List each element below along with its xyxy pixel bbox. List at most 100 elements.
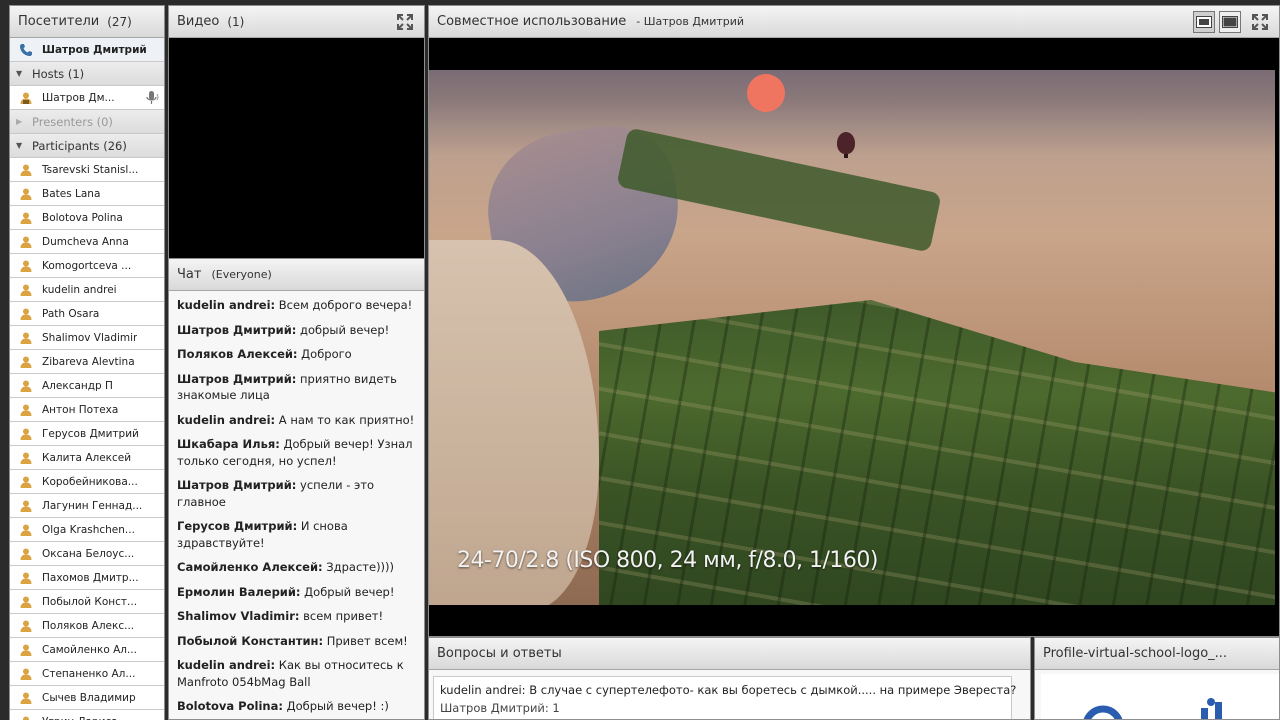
chat-author: Герусов Дмитрий: xyxy=(177,519,298,533)
participant-name: Самойленко Ал... xyxy=(42,643,137,656)
chat-header: Чат (Everyone) xyxy=(169,259,424,291)
chat-author: Побылой Константин: xyxy=(177,633,324,648)
participant-name: Dumcheva Anna xyxy=(42,235,129,248)
current-user-row[interactable]: Шатров Дмитрий xyxy=(10,38,164,62)
user-icon xyxy=(18,234,34,250)
participant-row[interactable]: Tsarevski Stanisl... xyxy=(10,158,164,182)
participant-name: Bates Lana xyxy=(42,187,101,200)
participant-name: Bolotova Polina xyxy=(42,211,123,224)
participant-row[interactable]: Александр П xyxy=(10,374,164,398)
participant-name: Пахомов Дмитр... xyxy=(42,571,139,584)
participant-row[interactable]: Dumcheva Anna xyxy=(10,230,164,254)
participant-row[interactable]: Самойленко Ал... xyxy=(10,638,164,662)
user-icon xyxy=(18,450,34,466)
expand-icon[interactable] xyxy=(1251,13,1269,31)
participant-row[interactable]: Bolotova Polina xyxy=(10,206,164,230)
user-icon xyxy=(18,90,34,106)
participant-name: Shalimov Vladimir xyxy=(42,331,138,344)
participant-row[interactable]: Коробейникова... xyxy=(10,470,164,494)
chat-author: Шатров Дмитрий: xyxy=(177,478,297,492)
qa-question[interactable]: kudelin andrei: В случае с супертелефото… xyxy=(440,681,1016,699)
chat-message: Шатров Дмитрий: успели - это главное xyxy=(177,477,416,510)
host-name: Шатров Дм... xyxy=(42,91,115,104)
host-row[interactable]: Шатров Дм... xyxy=(10,86,164,110)
user-icon xyxy=(18,282,34,298)
participant-name: Угрин Лариса xyxy=(42,716,118,720)
user-icon xyxy=(18,210,34,226)
chat-text: всем привет! xyxy=(299,609,384,623)
logo-header: Profile-virtual-school-logo_... xyxy=(1035,638,1279,670)
participant-name: Степаненко Ал... xyxy=(42,667,136,680)
user-icon xyxy=(18,258,34,274)
chat-text: Привет всем! xyxy=(323,633,408,648)
user-icon xyxy=(18,378,34,394)
participant-name: Коробейникова... xyxy=(42,475,138,488)
chat-message: Шатров Дмитрий: добрый вечер! xyxy=(177,322,416,339)
user-icon xyxy=(18,594,34,610)
user-icon xyxy=(18,522,34,538)
chat-author: kudelin andrei: xyxy=(177,298,276,312)
presenters-group[interactable]: ▶ Presenters (0) xyxy=(10,110,164,134)
qa-header: Вопросы и ответы xyxy=(429,638,1030,670)
chat-title: Чат xyxy=(177,267,202,282)
participant-row[interactable]: Olga Krashchen... xyxy=(10,518,164,542)
participant-row[interactable]: kudelin andrei xyxy=(10,278,164,302)
expand-icon[interactable] xyxy=(396,13,414,31)
chat-text: Всем доброго вечера! xyxy=(275,298,413,312)
participant-row[interactable]: Побылой Конст... xyxy=(10,590,164,614)
participant-row[interactable]: Герусов Дмитрий xyxy=(10,422,164,446)
participant-row[interactable]: Поляков Алекс... xyxy=(10,614,164,638)
participant-name: Александр П xyxy=(42,379,113,392)
participant-row[interactable]: Лагунин Геннад... xyxy=(10,494,164,518)
participant-name: Поляков Алекс... xyxy=(42,619,135,632)
chat-author: Шатров Дмитрий: xyxy=(177,322,297,337)
user-icon xyxy=(18,330,34,346)
attendees-count: (27) xyxy=(107,14,132,29)
chat-author: Ермолин Валерий: xyxy=(177,584,301,599)
participant-row[interactable]: Path Osara xyxy=(10,302,164,326)
actual-size-icon xyxy=(1222,16,1238,28)
chat-message: Самойленко Алексей: Здрасте)))) xyxy=(177,559,416,576)
user-icon xyxy=(18,186,34,202)
user-icon xyxy=(18,666,34,682)
shared-photo: 24-70/2.8 (ISO 800, 24 мм, f/8.0, 1/160) xyxy=(429,70,1275,605)
fit-width-button[interactable] xyxy=(1193,11,1215,33)
participant-row[interactable]: Калита Алексей xyxy=(10,446,164,470)
attendees-header: Посетители (27) xyxy=(10,6,164,38)
participant-row[interactable]: Bates Lana xyxy=(10,182,164,206)
current-user-name: Шатров Дмитрий xyxy=(42,43,147,56)
chat-message: Шкабара Илья: Добрый вечер! Узнал только… xyxy=(177,436,416,469)
participant-row[interactable]: Степаненко Ал... xyxy=(10,662,164,686)
participant-name: Лагунин Геннад... xyxy=(42,499,143,512)
chat-message: kudelin andrei: Как вы относитесь к Manf… xyxy=(177,657,416,690)
participant-row[interactable]: Komogortceva ... xyxy=(10,254,164,278)
photo-caption: 24-70/2.8 (ISO 800, 24 мм, f/8.0, 1/160) xyxy=(457,548,878,573)
participant-row[interactable]: Shalimov Vladimir xyxy=(10,326,164,350)
actual-size-button[interactable] xyxy=(1219,11,1241,33)
qa-pod: Вопросы и ответы kudelin andrei: В случа… xyxy=(428,637,1031,720)
chat-text: Добрый вечер! :) xyxy=(282,699,389,713)
attendees-pod: Посетители (27) Шатров Дмитрий ▼ Hosts (… xyxy=(9,5,165,720)
video-pod: Видео (1) xyxy=(168,5,425,260)
hosts-group[interactable]: ▼ Hosts (1) xyxy=(10,62,164,86)
participant-row[interactable]: Оксана Белоус... xyxy=(10,542,164,566)
participant-name: Komogortceva ... xyxy=(42,259,132,272)
qa-title: Вопросы и ответы xyxy=(437,646,562,661)
user-icon xyxy=(18,354,34,370)
participant-name: Tsarevski Stanisl... xyxy=(42,163,139,176)
participant-row[interactable]: Антон Потеха xyxy=(10,398,164,422)
participant-row[interactable]: Пахомов Дмитр... xyxy=(10,566,164,590)
participant-name: Герусов Дмитрий xyxy=(42,427,139,440)
participant-name: Сычев Владимир xyxy=(42,691,136,704)
participant-row[interactable]: Угрин Лариса xyxy=(10,710,164,720)
chat-author: Shalimov Vladimir: xyxy=(177,609,300,623)
share-presenter: - Шатров Дмитрий xyxy=(636,15,745,28)
participant-row[interactable]: Zibareva Alevtina xyxy=(10,350,164,374)
chat-message: kudelin andrei: Всем доброго вечера! xyxy=(177,297,416,314)
participants-group[interactable]: ▼ Participants (26) xyxy=(10,134,164,158)
user-icon xyxy=(18,162,34,178)
participant-list: Tsarevski Stanisl... Bates Lana Bolotova P… xyxy=(10,158,164,720)
chat-messages: kudelin andrei: Всем доброго вечера! Шатр… xyxy=(169,291,424,719)
chat-message: Герусов Дмитрий: И снова здравствуйте! xyxy=(177,518,416,551)
participant-row[interactable]: Сычев Владимир xyxy=(10,686,164,710)
